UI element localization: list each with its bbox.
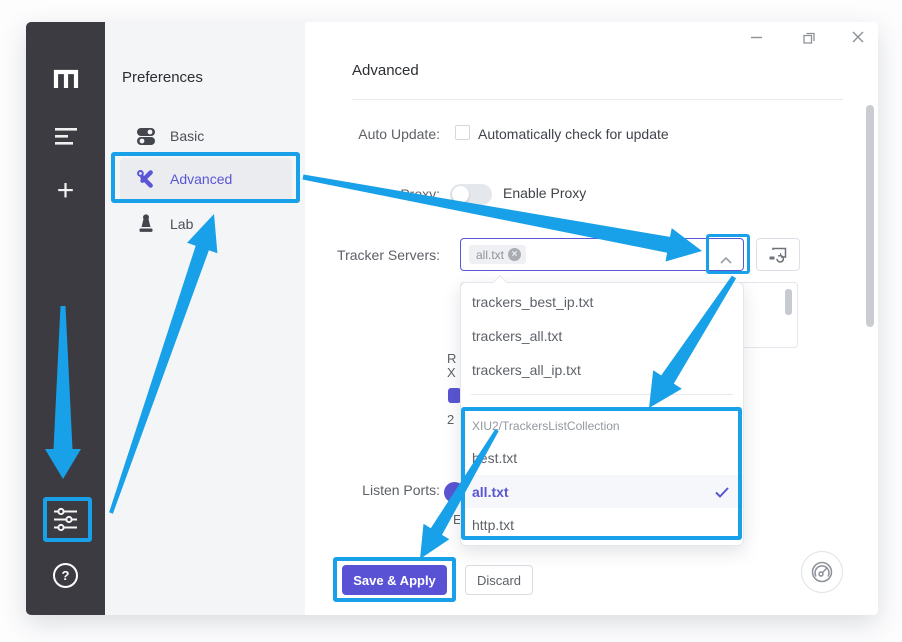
app-sidebar: + ?	[26, 22, 105, 615]
tools-icon	[136, 169, 156, 189]
proxy-toggle-label: Enable Proxy	[503, 185, 586, 201]
toggle-knob-icon	[452, 186, 469, 203]
listen-ports-label: Listen Ports:	[226, 482, 440, 498]
dropdown-divider	[471, 394, 733, 395]
screen: + ? Preferences	[0, 0, 902, 642]
restore-button[interactable]	[800, 28, 818, 46]
dropdown-item[interactable]: trackers_all_ip.txt	[461, 353, 743, 387]
close-icon	[851, 30, 865, 44]
textarea-scrollbar[interactable]	[785, 289, 792, 315]
preferences-title: Preferences	[122, 69, 203, 86]
nav-label-basic: Basic	[170, 128, 204, 144]
sync-icon	[768, 246, 788, 263]
minimize-button[interactable]	[747, 28, 765, 46]
tag-remove-icon[interactable]: ×	[508, 248, 521, 261]
dropdown-group-label: XIU2/TrackersListCollection	[472, 419, 620, 433]
chevron-up-icon[interactable]	[720, 251, 732, 269]
preferences-panel: Preferences Basic	[105, 22, 305, 615]
dropdown-item[interactable]: trackers_all.txt	[461, 319, 743, 353]
speed-limit-button[interactable]	[801, 551, 843, 593]
auto-update-checkbox[interactable]	[455, 125, 470, 140]
app-window: + ? Preferences	[26, 22, 878, 615]
nav-label-advanced: Advanced	[170, 171, 232, 187]
close-button[interactable]	[849, 28, 867, 46]
sync-trackers-button[interactable]	[756, 238, 800, 271]
task-list-button[interactable]	[26, 126, 105, 146]
minimize-icon	[750, 31, 763, 44]
discard-button[interactable]: Discard	[465, 565, 533, 595]
obscured-text-2: X	[447, 365, 456, 380]
nav-item-lab[interactable]: Lab	[120, 203, 292, 245]
check-icon	[715, 485, 729, 501]
task-list-icon	[54, 126, 78, 146]
proxy-label: Proxy:	[226, 186, 440, 202]
title-divider	[352, 99, 843, 100]
settings-button[interactable]	[26, 506, 105, 533]
motrix-logo-icon	[52, 66, 80, 90]
tracker-servers-label: Tracker Servers:	[226, 247, 440, 263]
add-task-button[interactable]: +	[26, 176, 105, 206]
auto-update-label: Auto Update:	[226, 126, 440, 142]
speedometer-icon	[810, 560, 834, 584]
toggles-icon	[136, 127, 156, 146]
dropdown-item[interactable]: trackers_best_ip.txt	[461, 285, 743, 319]
app-logo	[26, 66, 105, 90]
dropdown-item-selected[interactable]: all.txt	[461, 475, 743, 508]
proxy-toggle[interactable]	[450, 184, 492, 205]
selected-tag: all.txt ×	[469, 245, 526, 264]
dropdown-item[interactable]: http.txt	[461, 508, 743, 542]
selected-tag-text: all.txt	[476, 248, 504, 262]
main-scrollbar[interactable]	[866, 105, 874, 327]
help-button[interactable]: ?	[26, 563, 105, 588]
obscured-text-1: R	[447, 351, 456, 366]
dropdown-item[interactable]: best.txt	[461, 441, 743, 475]
obscured-text-3: 2	[447, 412, 454, 427]
tracker-source-select[interactable]: all.txt ×	[460, 238, 744, 271]
restore-icon	[802, 30, 816, 44]
auto-update-checkbox-label[interactable]: Automatically check for update	[478, 126, 669, 142]
lab-stamp-icon	[136, 214, 156, 234]
settings-sliders-icon	[52, 506, 79, 533]
dropdown-item-label: all.txt	[472, 484, 509, 500]
page-title: Advanced	[352, 62, 419, 79]
nav-label-lab: Lab	[170, 216, 193, 232]
question-mark-icon: ?	[53, 563, 78, 588]
tracker-source-dropdown: trackers_best_ip.txt trackers_all.txt tr…	[460, 282, 744, 546]
save-apply-button[interactable]: Save & Apply	[342, 565, 447, 595]
